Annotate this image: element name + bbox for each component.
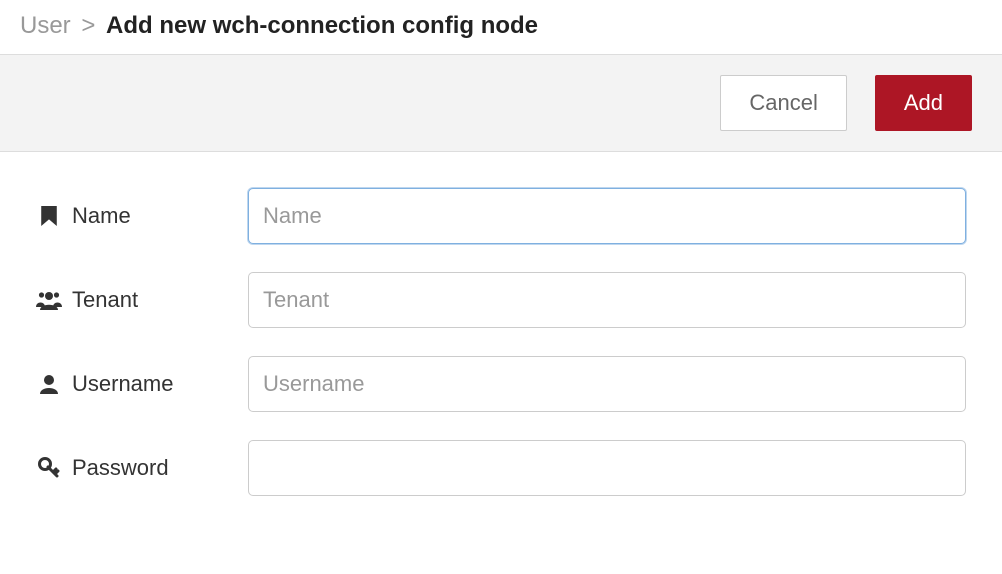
form-row-username: Username — [36, 356, 966, 412]
add-button[interactable]: Add — [875, 75, 972, 131]
breadcrumb-parent[interactable]: User — [20, 12, 71, 39]
password-input[interactable] — [248, 440, 966, 496]
tenant-input[interactable] — [248, 272, 966, 328]
username-label: Username — [36, 371, 248, 397]
form-row-name: Name — [36, 188, 966, 244]
form-row-tenant: Tenant — [36, 272, 966, 328]
password-label: Password — [36, 455, 248, 481]
user-icon — [36, 374, 62, 394]
users-icon — [36, 290, 62, 310]
bookmark-icon — [36, 206, 62, 226]
tenant-label-text: Tenant — [72, 287, 138, 313]
form-row-password: Password — [36, 440, 966, 496]
cancel-button[interactable]: Cancel — [720, 75, 846, 131]
tenant-label: Tenant — [36, 287, 248, 313]
username-label-text: Username — [72, 371, 173, 397]
key-icon — [36, 457, 62, 479]
name-input[interactable] — [248, 188, 966, 244]
name-label-text: Name — [72, 203, 131, 229]
page-title: Add new wch-connection config node — [106, 12, 538, 39]
toolbar: Cancel Add — [0, 55, 1002, 152]
config-form: Name Tenant — [0, 152, 1002, 544]
breadcrumb-separator: > — [81, 12, 95, 39]
username-input[interactable] — [248, 356, 966, 412]
breadcrumb: User > Add new wch-connection config nod… — [0, 0, 1002, 55]
password-label-text: Password — [72, 455, 169, 481]
name-label: Name — [36, 203, 248, 229]
